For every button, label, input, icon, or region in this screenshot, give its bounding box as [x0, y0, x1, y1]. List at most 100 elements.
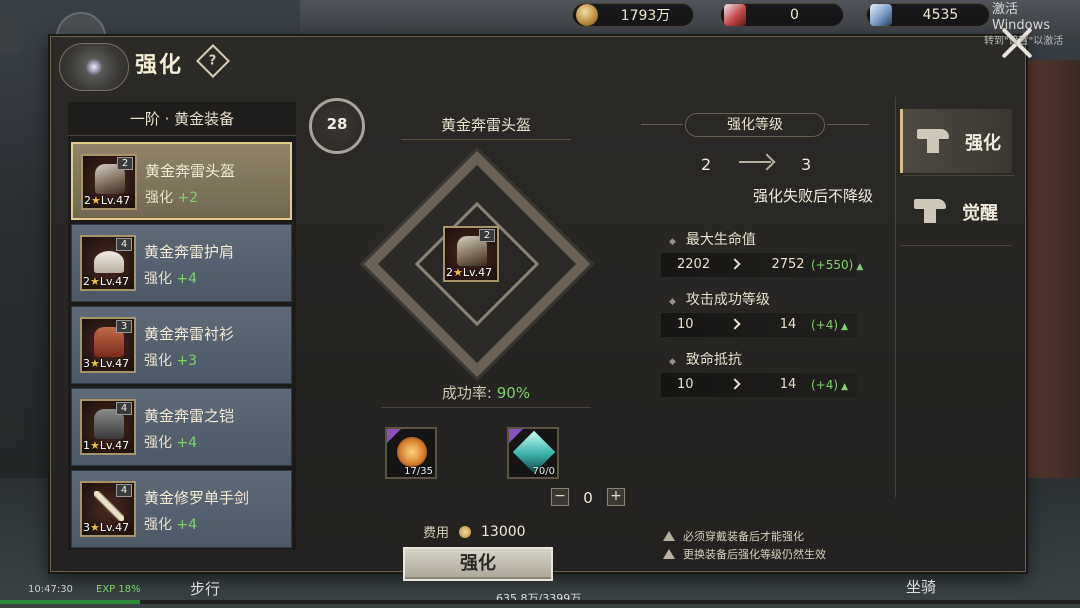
minus-button[interactable]: −	[551, 488, 569, 506]
equip-stars: 2	[446, 266, 453, 279]
star-icon: ★	[453, 266, 463, 279]
rarity-corner	[509, 429, 523, 443]
equip-lv: Lv.47	[99, 275, 130, 288]
equip-level: 3★Lv.47	[83, 357, 129, 370]
anvil-icon	[914, 199, 946, 223]
star-icon: ★	[90, 439, 100, 452]
star-icon: ★	[91, 194, 101, 207]
rank-number: 28	[326, 115, 348, 133]
header-line-left	[641, 124, 683, 125]
panel-title: 强化	[135, 53, 184, 78]
equip-item-helmet[interactable]: 2 2★Lv.47 黄金奔雷头盔 强化 +2	[71, 142, 292, 220]
currency-gold[interactable]: 1793万	[572, 3, 694, 27]
equip-enhance-value: +4	[176, 271, 198, 287]
equip-enhance-value: +4	[176, 435, 198, 451]
currency-value: 4535	[922, 7, 959, 23]
stat-label: 最大生命值	[669, 229, 756, 249]
selected-item-title: 黄金奔雷头盔	[401, 114, 571, 140]
enhance-notes: 必须穿戴装备后才能强化 更换装备后强化等级仍然生效	[663, 527, 943, 563]
stat-next: 2752	[771, 257, 805, 272]
currency-gem[interactable]: 0	[720, 3, 844, 27]
equip-badge: 2	[479, 229, 495, 242]
mount-button[interactable]: 坐骑	[906, 576, 936, 597]
activate-line2: 转到"设置"以激活	[984, 36, 1064, 47]
equip-level: 2★Lv.47	[83, 275, 129, 288]
anvil-icon	[917, 129, 949, 153]
clock-text: 10:47:30	[28, 584, 73, 595]
equip-item-sword[interactable]: 4 3★Lv.47 黄金修罗单手剑 强化 +4	[71, 470, 292, 548]
equip-item-shoulder[interactable]: 4 2★Lv.47 黄金奔雷护肩 强化 +4	[71, 224, 292, 302]
side-tabs: 强化 觉醒	[900, 109, 1015, 249]
equip-enhance-prefix: 强化	[145, 190, 173, 206]
walk-button[interactable]: 步行	[190, 578, 220, 599]
equip-name: 黄金奔雷头盔	[145, 162, 236, 180]
header-line-right	[827, 124, 869, 125]
material-count: 17/35	[404, 466, 433, 477]
rarity-corner	[387, 429, 401, 443]
equip-badge: 3	[116, 320, 132, 333]
equip-stars: 3	[83, 521, 90, 534]
equip-stars: 2	[83, 275, 90, 288]
stat-current: 2202	[677, 257, 711, 272]
selected-item-slot: 2 2★Lv.47	[443, 226, 499, 282]
note-item: 必须穿戴装备后才能强化	[663, 527, 943, 545]
chevron-right-icon	[729, 378, 741, 390]
material-count: 70/0	[532, 466, 555, 477]
help-icon-glyph: ?	[209, 53, 217, 69]
equip-enhance-prefix: 强化	[144, 271, 172, 287]
bottom-hud: 10:47:30 EXP 18% 步行 635.8万/3399万 坐骑	[0, 568, 1080, 608]
equip-slot: 2 2★Lv.47	[81, 154, 137, 210]
equip-item-armor[interactable]: 4 1★Lv.47 黄金奔雷之铠 强化 +4	[71, 388, 292, 466]
stat-next: 14	[779, 317, 797, 332]
tabs-divider	[895, 97, 896, 497]
activate-windows-watermark: 激活 Windows 转到"设置"以激活	[984, 2, 1080, 50]
tab-separator	[903, 175, 1015, 176]
success-rate-label: 成功率:	[441, 384, 492, 402]
tab-awaken[interactable]: 觉醒	[900, 179, 1012, 246]
equip-badge: 2	[117, 157, 133, 170]
equip-enhance-value: +2	[177, 190, 199, 206]
enhance-panel: 强化 ? 一阶 · 黄金装备 2 2★Lv.47 黄金奔雷头盔 强化 +2 4 …	[50, 36, 1026, 581]
note-text: 必须穿戴装备后才能强化	[683, 530, 804, 543]
equipment-list: 一阶 · 黄金装备 2 2★Lv.47 黄金奔雷头盔 强化 +2 4 2★Lv.…	[68, 102, 296, 550]
star-icon: ★	[90, 521, 100, 534]
equip-item-shirt[interactable]: 3 3★Lv.47 黄金奔雷衬衫 强化 +3	[71, 306, 292, 384]
equip-enhance-prefix: 强化	[144, 517, 172, 533]
stat-label: 攻击成功等级	[669, 289, 770, 309]
exp-bar-fill	[0, 600, 140, 604]
equip-enhance: 强化 +2	[145, 187, 198, 207]
equip-enhance-value: +3	[176, 353, 198, 369]
equip-name: 黄金奔雷衬衫	[144, 325, 235, 343]
equip-lv: Lv.47	[99, 357, 130, 370]
chevron-right-icon	[729, 318, 741, 330]
help-icon[interactable]: ?	[196, 44, 230, 78]
shoulder-icon	[94, 251, 124, 273]
stat-diff: (+4)	[811, 318, 848, 332]
star-icon: ★	[90, 357, 100, 370]
currency-value: 0	[790, 7, 799, 23]
red-gem-icon	[724, 4, 746, 26]
rank-badge: 28	[309, 98, 365, 154]
material-gold-stone[interactable]: 17/35	[385, 427, 437, 479]
equip-lv: Lv.47	[99, 521, 130, 534]
equip-name: 黄金奔雷护肩	[144, 243, 235, 261]
equipment-list-header: 一阶 · 黄金装备	[68, 102, 296, 136]
stat-current: 10	[677, 377, 694, 392]
equip-enhance: 强化 +4	[144, 514, 197, 534]
success-rate-value: 90%	[496, 384, 531, 402]
cost-value: 13000	[481, 523, 526, 540]
star-icon: ★	[90, 275, 100, 288]
cost-row: 费用 13000	[423, 522, 603, 542]
equip-lv: Lv.47	[99, 439, 130, 452]
tab-enhance[interactable]: 强化	[900, 109, 1015, 176]
exp-text: EXP 18%	[96, 584, 141, 595]
equip-badge: 4	[116, 484, 132, 497]
currency-value: 1793万	[620, 8, 671, 24]
currency-crystal[interactable]: 4535	[866, 3, 990, 27]
warning-icon	[663, 531, 675, 541]
plus-button[interactable]: +	[607, 488, 625, 506]
tab-separator	[900, 245, 1012, 246]
stat-row: 2202 2752 (+550)	[661, 253, 857, 277]
equip-badge: 4	[116, 238, 132, 251]
material-blue-crystal[interactable]: 70/0	[507, 427, 559, 479]
